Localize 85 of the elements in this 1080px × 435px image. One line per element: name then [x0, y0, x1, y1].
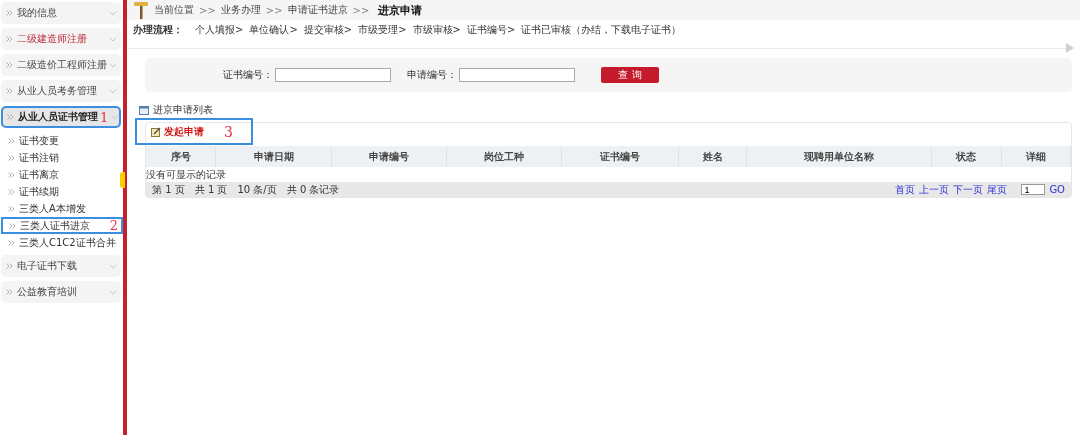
pager-info: 共 1 页 [194, 182, 228, 197]
section-title: 进京申请列表 [153, 103, 213, 117]
pager-link[interactable]: 首页 [895, 182, 916, 197]
double-chevron-icon [9, 222, 16, 229]
menu-group[interactable]: 公益教育培训 [1, 281, 121, 303]
process-step: 市级审核> [412, 23, 461, 37]
sidebar-splitter[interactable] [123, 0, 127, 435]
double-chevron-icon [8, 239, 15, 246]
double-chevron-icon [8, 137, 15, 144]
chevron-icon [111, 114, 120, 120]
menu-group[interactable]: 从业人员证书管理 1 [1, 106, 121, 128]
double-chevron-icon [7, 114, 14, 120]
chevron-icon [109, 88, 117, 94]
column-header: 岗位工种 [446, 146, 562, 167]
menu-group[interactable]: 我的信息 [1, 2, 121, 24]
column-header: 序号 [146, 146, 216, 167]
chevron-icon [109, 36, 117, 42]
column-header: 状态 [931, 146, 1002, 167]
double-chevron-icon [6, 62, 13, 68]
collapse-handle[interactable] [120, 172, 125, 188]
go-link[interactable]: GO [1049, 184, 1065, 195]
breadcrumb-link[interactable]: 申请证书进京 [287, 3, 348, 17]
column-header: 证书编号 [561, 146, 679, 167]
double-chevron-icon [6, 88, 13, 94]
process-step: 提交审核> [303, 23, 353, 37]
double-chevron-icon [8, 154, 15, 161]
column-header: 详细 [1001, 146, 1071, 167]
callout-number: 2 [109, 219, 118, 232]
pager-info: 10 条/页 [237, 182, 277, 197]
menu-group[interactable]: 二级造价工程师注册 [1, 54, 121, 76]
chevron-icon [109, 289, 117, 295]
menu-item[interactable]: 证书变更 [1, 132, 121, 149]
menu-group[interactable]: 电子证书下载 [1, 255, 121, 277]
double-chevron-icon [6, 263, 13, 269]
pager-link[interactable]: 上一页 [919, 182, 950, 197]
table-icon [139, 105, 149, 115]
menu-group[interactable]: 从业人员考务管理 [1, 80, 121, 102]
chevron-icon [109, 263, 117, 269]
callout-number: 1 [100, 110, 109, 124]
input-field[interactable] [275, 68, 391, 82]
menu-item[interactable]: 三类人A本增发 [1, 200, 121, 217]
page-input[interactable]: 1 [1021, 184, 1046, 195]
breadcrumb-separator: >> [352, 4, 370, 16]
double-chevron-icon [8, 171, 15, 178]
empty-message: 没有可显示的记录 [146, 167, 1071, 182]
pager-info: 第 1 页 [152, 182, 185, 197]
breadcrumb-current: 进京申请 [378, 2, 423, 18]
menu-group[interactable]: 二级建造师注册 [1, 28, 121, 50]
menu-item[interactable]: 三类人C1C2证书合并 [1, 234, 121, 251]
input-field[interactable] [459, 68, 575, 82]
pager-link[interactable]: 尾页 [987, 182, 1008, 197]
column-header: 申请日期 [215, 146, 332, 167]
column-header: 姓名 [678, 146, 747, 167]
double-chevron-icon [8, 188, 15, 195]
breadcrumb-separator: >> [199, 4, 216, 16]
process-step: 单位确认> [249, 23, 298, 37]
chevron-icon [109, 10, 117, 16]
menu-item[interactable]: 证书续期 [1, 183, 121, 200]
edit-icon [151, 126, 161, 137]
chevron-icon [109, 62, 117, 68]
breadcrumb-link[interactable]: 当前位置 [154, 3, 194, 17]
column-header: 现聘用单位名称 [746, 146, 932, 167]
signpost-icon [133, 1, 149, 19]
process-step: 市级受理> [358, 23, 407, 37]
breadcrumb-link[interactable]: 业务办理 [220, 3, 261, 17]
play-icon[interactable] [1066, 43, 1074, 53]
double-chevron-icon [8, 205, 15, 212]
column-header: 申请编号 [331, 146, 447, 167]
pager-link[interactable]: 下一页 [953, 182, 984, 197]
field-label: 申请编号： [407, 68, 457, 82]
process-step: 证书编号> [466, 23, 516, 37]
process-step: 个人填报> [195, 23, 244, 37]
search-button[interactable]: 查 询 [601, 67, 659, 83]
process-label: 办理流程： [133, 23, 183, 37]
field-label: 证书编号： [223, 68, 273, 82]
menu-item[interactable]: 证书注销 [1, 149, 121, 166]
double-chevron-icon [6, 10, 13, 16]
double-chevron-icon [6, 289, 13, 295]
menu-item[interactable]: 证书离京 [1, 166, 121, 183]
double-chevron-icon [6, 36, 13, 42]
callout-number: 3 [224, 124, 233, 139]
breadcrumb-separator: >> [265, 4, 283, 16]
pager-info: 共 0 条记录 [286, 182, 340, 197]
process-step: 证书已审核（办结，下载电子证书） [521, 23, 682, 37]
new-application-button[interactable]: 发起申请 [151, 124, 204, 139]
